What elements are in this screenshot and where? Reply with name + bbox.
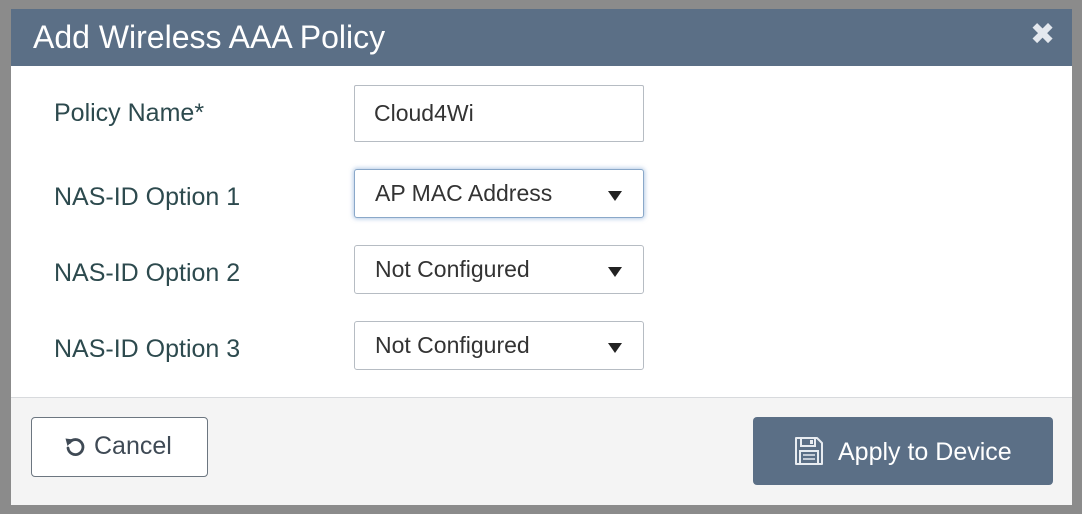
chevron-down-icon bbox=[608, 343, 622, 353]
add-wireless-aaa-policy-dialog: Add Wireless AAA Policy ✖ Policy Name* N… bbox=[11, 9, 1072, 505]
undo-icon bbox=[65, 438, 85, 456]
dialog-header: Add Wireless AAA Policy ✖ bbox=[11, 9, 1072, 66]
nas-id-option-3-select[interactable]: Not Configured bbox=[354, 321, 644, 370]
chevron-down-icon bbox=[608, 267, 622, 277]
nas-id-option-1-label: NAS-ID Option 1 bbox=[54, 183, 241, 211]
chevron-down-icon bbox=[608, 191, 622, 201]
nas-id-option-3-row: NAS-ID Option 3 Not Configured bbox=[11, 321, 1072, 379]
nas-id-option-1-value: AP MAC Address bbox=[375, 180, 553, 206]
cancel-button-label: Cancel bbox=[94, 432, 172, 460]
nas-id-option-2-row: NAS-ID Option 2 Not Configured bbox=[11, 245, 1072, 303]
dialog-title: Add Wireless AAA Policy bbox=[33, 19, 386, 55]
policy-name-input[interactable] bbox=[354, 85, 644, 142]
nas-id-option-2-select[interactable]: Not Configured bbox=[354, 245, 644, 294]
policy-name-row: Policy Name* bbox=[11, 85, 1072, 143]
nas-id-option-2-label: NAS-ID Option 2 bbox=[54, 259, 241, 287]
save-icon bbox=[795, 437, 823, 465]
nas-id-option-3-value: Not Configured bbox=[375, 332, 530, 358]
dialog-footer: Cancel Apply to Device bbox=[11, 398, 1072, 505]
apply-to-device-button[interactable]: Apply to Device bbox=[753, 417, 1053, 485]
close-icon[interactable]: ✖ bbox=[1030, 20, 1055, 50]
nas-id-option-1-row: NAS-ID Option 1 AP MAC Address bbox=[11, 169, 1072, 227]
nas-id-option-3-label: NAS-ID Option 3 bbox=[54, 335, 241, 363]
policy-name-label: Policy Name* bbox=[54, 99, 205, 127]
cancel-button[interactable]: Cancel bbox=[31, 417, 208, 477]
apply-to-device-label: Apply to Device bbox=[838, 438, 1012, 466]
nas-id-option-1-select[interactable]: AP MAC Address bbox=[354, 169, 644, 218]
nas-id-option-2-value: Not Configured bbox=[375, 256, 530, 282]
